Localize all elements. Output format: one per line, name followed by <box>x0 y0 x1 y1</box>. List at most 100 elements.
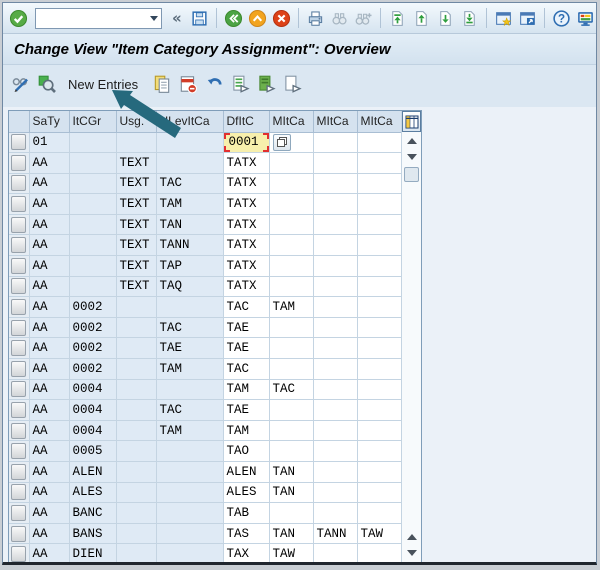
table-cell[interactable] <box>313 234 358 257</box>
save-button[interactable] <box>189 7 210 29</box>
select-all-button[interactable] <box>229 73 250 95</box>
table-cell[interactable] <box>269 358 314 380</box>
table-cell[interactable] <box>357 132 402 154</box>
row-selector-button[interactable] <box>9 193 30 215</box>
table-cell[interactable] <box>116 358 157 380</box>
scroll-down-button[interactable] <box>402 150 421 164</box>
table-cell[interactable]: TAQ <box>156 276 224 298</box>
table-cell[interactable]: AA <box>29 440 70 462</box>
table-cell[interactable]: 0002 <box>69 317 117 339</box>
focused-cell[interactable]: 0001 <box>223 132 270 154</box>
table-cell[interactable] <box>269 502 314 524</box>
table-cell[interactable] <box>69 173 117 195</box>
table-cell[interactable]: AA <box>29 255 70 277</box>
table-cell[interactable] <box>313 502 358 524</box>
table-settings-button[interactable] <box>402 111 421 132</box>
table-cell[interactable] <box>357 296 402 318</box>
table-cell[interactable]: AA <box>29 173 70 195</box>
table-cell[interactable] <box>116 132 157 154</box>
table-cell[interactable]: TAO <box>223 440 270 462</box>
table-cell[interactable] <box>313 296 358 318</box>
table-cell[interactable]: TAW <box>357 523 402 545</box>
table-cell[interactable]: TAM <box>223 379 270 401</box>
row-selector-button[interactable] <box>9 152 30 174</box>
table-cell[interactable]: TATX <box>223 193 270 215</box>
table-cell[interactable]: TANN <box>156 234 224 257</box>
table-cell[interactable] <box>313 543 358 562</box>
table-cell[interactable] <box>313 461 358 483</box>
table-cell[interactable] <box>357 543 402 562</box>
row-selector-button[interactable] <box>9 482 30 504</box>
table-cell[interactable]: TATX <box>223 173 270 195</box>
row-selector-button[interactable] <box>9 296 30 318</box>
table-cell[interactable] <box>313 440 358 462</box>
table-cell[interactable]: TEXT <box>116 234 157 257</box>
table-cell[interactable]: ALEN <box>69 461 117 483</box>
table-cell[interactable]: 0004 <box>69 420 117 442</box>
table-cell[interactable]: TAM <box>156 420 224 442</box>
table-cell[interactable] <box>116 379 157 401</box>
table-cell[interactable]: TAC <box>269 379 314 401</box>
copy-button[interactable] <box>151 73 172 95</box>
table-cell[interactable] <box>357 358 402 380</box>
table-cell[interactable] <box>313 337 358 360</box>
row-selector-button[interactable] <box>9 234 30 257</box>
table-cell[interactable]: AA <box>29 482 70 504</box>
table-cell[interactable] <box>116 440 157 462</box>
table-cell[interactable]: TAE <box>223 317 270 339</box>
scroll-up-button[interactable] <box>402 134 421 148</box>
table-cell[interactable] <box>116 420 157 442</box>
table-cell[interactable] <box>156 379 224 401</box>
scrollbar-track[interactable] <box>402 182 421 528</box>
table-cell[interactable]: AA <box>29 543 70 562</box>
select-block-button[interactable] <box>255 73 276 95</box>
table-cell[interactable] <box>357 399 402 421</box>
table-cell[interactable] <box>357 440 402 462</box>
table-cell[interactable] <box>313 255 358 277</box>
table-cell[interactable] <box>313 399 358 421</box>
command-dropdown-icon[interactable] <box>147 9 161 28</box>
table-cell[interactable]: 0004 <box>69 379 117 401</box>
row-selector-button[interactable] <box>9 523 30 545</box>
row-selector-button[interactable] <box>9 420 30 442</box>
table-cell[interactable] <box>156 502 224 524</box>
table-cell[interactable] <box>116 337 157 360</box>
table-cell[interactable]: TAX <box>223 543 270 562</box>
column-header-itcgr[interactable]: ItCGr <box>69 111 117 133</box>
table-cell[interactable] <box>313 317 358 339</box>
table-cell[interactable]: TAC <box>156 317 224 339</box>
table-cell[interactable]: AA <box>29 420 70 442</box>
table-cell[interactable] <box>313 173 358 195</box>
table-cell[interactable]: TAE <box>223 337 270 360</box>
table-cell[interactable] <box>69 193 117 215</box>
table-cell[interactable]: AA <box>29 214 70 236</box>
table-cell[interactable]: AA <box>29 337 70 360</box>
table-cell[interactable] <box>269 152 314 174</box>
table-cell[interactable]: TEXT <box>116 214 157 236</box>
table-cell[interactable] <box>269 193 314 215</box>
table-cell[interactable]: BANS <box>69 523 117 545</box>
table-cell[interactable]: TAC <box>223 296 270 318</box>
deselect-all-button[interactable] <box>281 73 302 95</box>
table-cell[interactable] <box>357 482 402 504</box>
help-button[interactable]: ? <box>551 7 572 29</box>
find-button[interactable] <box>329 7 350 29</box>
table-cell[interactable] <box>269 234 314 257</box>
table-cell[interactable]: TAN <box>156 214 224 236</box>
table-cell[interactable] <box>156 461 224 483</box>
first-page-button[interactable] <box>387 7 408 29</box>
print-button[interactable] <box>305 7 326 29</box>
delete-line-button[interactable] <box>177 73 198 95</box>
column-header-mitca2[interactable]: MItCa <box>313 111 358 133</box>
table-cell[interactable]: 0005 <box>69 440 117 462</box>
table-cell[interactable]: TAM <box>156 193 224 215</box>
table-cell[interactable]: 0002 <box>69 358 117 380</box>
table-cell[interactable] <box>116 399 157 421</box>
copy-value-button[interactable] <box>272 133 291 151</box>
exit-button[interactable] <box>247 7 268 29</box>
row-selector-button[interactable] <box>9 502 30 524</box>
table-cell[interactable] <box>156 482 224 504</box>
table-cell[interactable] <box>357 255 402 277</box>
vertical-scrollbar[interactable] <box>401 111 421 562</box>
row-selector-button[interactable] <box>9 214 30 236</box>
